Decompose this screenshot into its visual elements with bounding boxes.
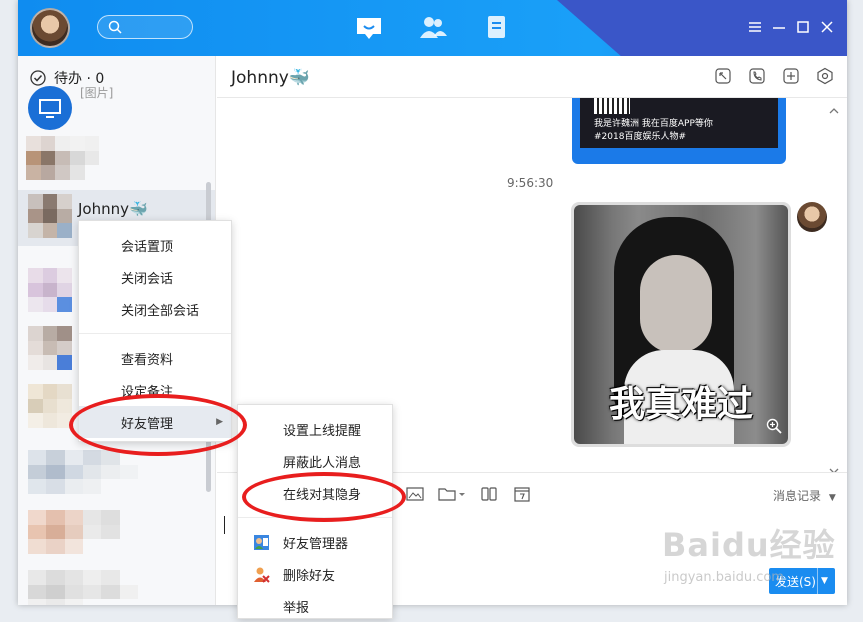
settings-icon[interactable] (816, 67, 834, 85)
menu-item-close[interactable]: 关闭会话 (79, 261, 231, 293)
menu-item-label: 举报 (283, 600, 310, 616)
close-icon[interactable] (818, 18, 836, 36)
sticker-image: 我真难过 (574, 205, 788, 444)
folder-icon[interactable] (438, 486, 466, 502)
card-image: 我是许魏洲 我在百度APP等你 #2018百度娱乐人物# (580, 98, 778, 148)
delete-friend-icon (253, 566, 270, 587)
search-icon (108, 20, 122, 34)
title-bar (18, 0, 847, 56)
pixelated-avatar (28, 450, 138, 494)
sticker-face (640, 255, 712, 353)
pixelated-avatar (28, 326, 72, 370)
sender-avatar[interactable] (797, 202, 827, 232)
friend-manager-icon (253, 534, 270, 555)
watermark-url: jingyan.baidu.com (664, 570, 784, 585)
chat-title: Johnny🐳 (231, 68, 310, 88)
watermark-brand: Baidu经验 (662, 526, 836, 564)
pixelated-avatar (28, 268, 72, 312)
device-icon (39, 99, 61, 118)
search-input[interactable] (97, 15, 193, 39)
user-avatar[interactable] (30, 8, 70, 48)
submenu-item-online-alert[interactable]: 设置上线提醒 (238, 413, 392, 445)
maximize-icon[interactable] (794, 18, 812, 36)
submenu-item-report[interactable]: 举报 (238, 590, 392, 622)
pixelated-avatar (28, 194, 72, 238)
send-options-icon[interactable]: ▼ (817, 568, 831, 594)
conversation-preview: [图片] (80, 86, 114, 100)
submenu-item-delete-friend[interactable]: 删除好友 (238, 558, 392, 590)
caret-down-icon: ▼ (828, 493, 836, 503)
card-caption-line2: #2018百度娱乐人物# (594, 132, 686, 142)
menu-item-label: 设置上线提醒 (283, 423, 362, 439)
menu-item-label: 查看资料 (121, 352, 174, 368)
text-cursor (224, 516, 225, 534)
submenu-item-friend-manager[interactable]: 好友管理器 (238, 526, 392, 558)
calendar-icon[interactable] (513, 486, 531, 502)
pixelated-avatar (28, 384, 72, 428)
message-icon[interactable] (354, 14, 384, 42)
chevron-down-icon[interactable] (829, 460, 839, 472)
conversation-item (18, 502, 215, 562)
history-label: 消息记录 (773, 489, 822, 503)
shared-card-message[interactable]: 我是许魏洲 我在百度APP等你 #2018百度娱乐人物# (572, 98, 786, 164)
pixelated-avatar (28, 570, 138, 605)
image-icon[interactable] (406, 486, 424, 502)
sticker-caption: 我真难过 (608, 384, 753, 425)
notes-icon[interactable] (482, 14, 512, 42)
pixelated-avatar (28, 510, 138, 554)
card-caption-line1: 我是许魏洲 我在百度APP等你 (594, 119, 713, 129)
minimize-icon[interactable] (770, 18, 788, 36)
highlight-ellipse-invisible (242, 472, 406, 522)
chat-header: Johnny🐳 (217, 56, 847, 98)
menu-item-label: 屏蔽此人消息 (283, 455, 362, 471)
message-history-link[interactable]: 消息记录 ▼ (773, 487, 836, 504)
add-member-icon[interactable] (782, 67, 800, 85)
conversation-name: Johnny🐳 (78, 200, 148, 218)
screenshot-icon[interactable] (714, 67, 732, 85)
zoom-in-icon[interactable] (766, 418, 782, 438)
conversation-item[interactable] (18, 134, 215, 192)
conversation-item[interactable]: [图片] (18, 78, 215, 136)
menu-item-profile[interactable]: 查看资料 (79, 342, 231, 374)
call-icon[interactable] (748, 67, 766, 85)
menu-divider (79, 333, 231, 334)
menu-icon[interactable] (746, 18, 764, 36)
app-icon[interactable] (480, 486, 498, 502)
message-timestamp: 9:56:30 (507, 176, 554, 190)
highlight-ellipse-friend-manage (69, 394, 247, 456)
menu-item-close-all[interactable]: 关闭全部会话 (79, 293, 231, 325)
menu-item-label: 会话置顶 (121, 239, 174, 255)
chevron-up-icon[interactable] (829, 100, 839, 114)
sticker-message[interactable]: 我真难过 (571, 202, 791, 447)
contacts-icon[interactable] (418, 14, 448, 42)
menu-item-label: 关闭全部会话 (121, 303, 200, 319)
menu-item-pin[interactable]: 会话置顶 (79, 229, 231, 261)
pixelated-avatar (26, 136, 114, 180)
conversation-item (18, 562, 215, 605)
qr-code (594, 98, 630, 114)
conversation-avatar (28, 86, 72, 130)
menu-item-label: 关闭会话 (121, 271, 174, 287)
